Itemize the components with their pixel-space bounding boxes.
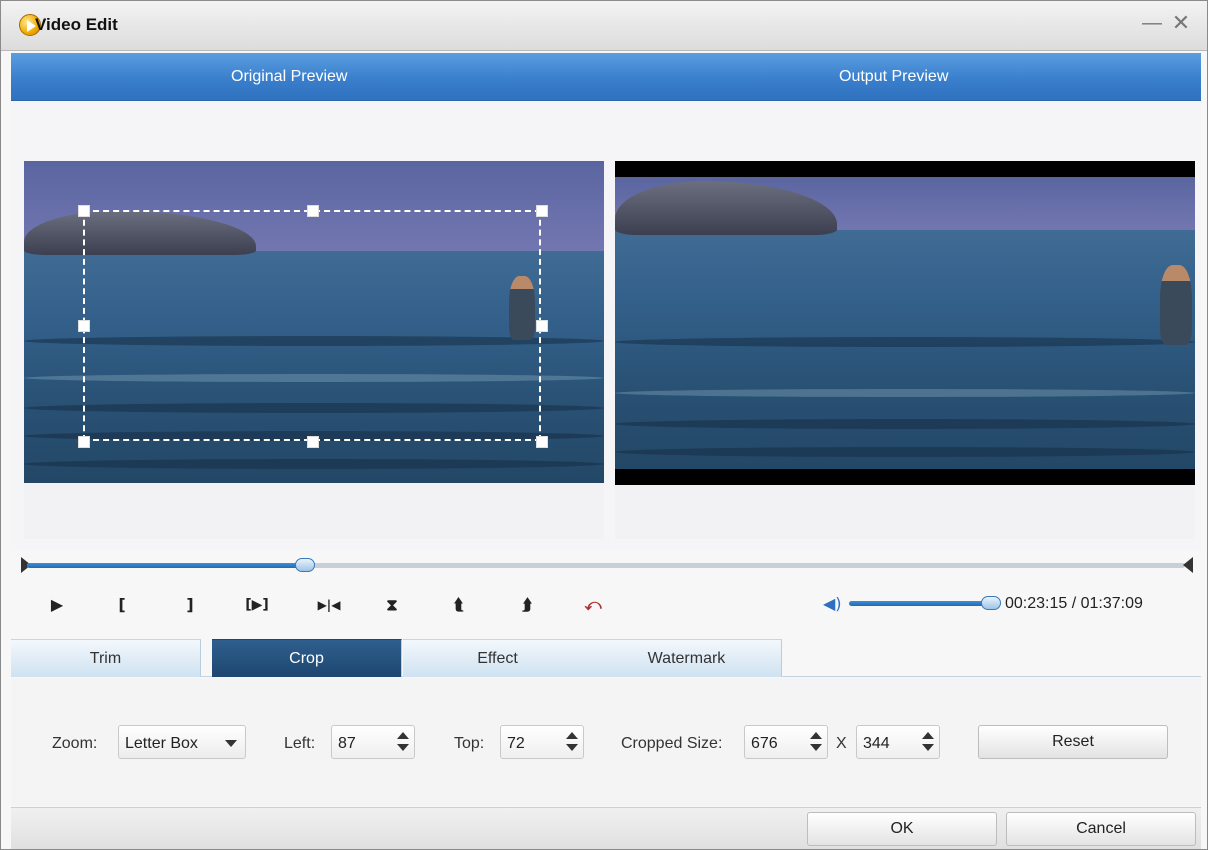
play-icon[interactable]: ▶ <box>43 593 71 617</box>
width-spinner[interactable]: 676 <box>744 725 828 759</box>
reset-button[interactable]: Reset <box>978 725 1168 759</box>
go-to-end-icon[interactable]: ▶|◀ <box>309 593 349 617</box>
trim-end-marker[interactable] <box>1183 557 1193 573</box>
width-value: 676 <box>751 735 778 752</box>
top-value: 72 <box>507 735 525 752</box>
child-figure <box>1160 265 1192 345</box>
title-bar: Video Edit — ✕ <box>1 1 1207 51</box>
original-preview-panel <box>24 161 604 539</box>
stepper-arrows-icon[interactable] <box>809 731 823 753</box>
stepper-arrows-icon[interactable] <box>565 731 579 753</box>
output-video-frame <box>615 161 1195 485</box>
output-preview-label: Output Preview <box>839 68 949 85</box>
tab-effect[interactable]: Effect <box>403 639 593 677</box>
cropped-size-label: Cropped Size: <box>621 735 723 752</box>
volume-thumb[interactable] <box>981 596 1001 610</box>
crop-handle-bottom[interactable] <box>307 436 319 448</box>
crop-handle-top-left[interactable] <box>78 205 90 217</box>
left-value: 87 <box>338 735 356 752</box>
crop-handle-left[interactable] <box>78 320 90 332</box>
preview-area <box>11 101 1201 551</box>
crop-handle-top[interactable] <box>307 205 319 217</box>
volume-slider[interactable] <box>849 601 995 606</box>
output-preview-panel <box>615 161 1195 539</box>
timeline-progress <box>27 563 305 568</box>
dialog-footer: OK Cancel <box>11 807 1201 849</box>
crop-handle-bottom-left[interactable] <box>78 436 90 448</box>
split-icon[interactable]: ⧗ <box>378 593 406 617</box>
tab-watermark[interactable]: Watermark <box>592 639 782 677</box>
undo-icon[interactable]: ⤺ <box>579 593 607 617</box>
minimize-button[interactable]: — <box>1140 11 1164 35</box>
time-display: 00:23:15 / 01:37:09 <box>1005 595 1143 612</box>
zoom-value: Letter Box <box>125 735 198 752</box>
top-label: Top: <box>454 735 485 752</box>
zoom-dropdown[interactable]: Letter Box <box>118 725 246 759</box>
video-edit-window: Video Edit — ✕ Original Preview Output P… <box>0 0 1208 850</box>
crop-handle-right[interactable] <box>536 320 548 332</box>
mark-out-icon[interactable]: ] <box>176 593 204 617</box>
close-button[interactable]: ✕ <box>1169 11 1193 35</box>
height-spinner[interactable]: 344 <box>856 725 940 759</box>
play-segment-icon[interactable]: [▶] <box>237 593 277 617</box>
crop-rectangle[interactable] <box>78 205 548 448</box>
mark-in-icon[interactable]: [ <box>108 593 136 617</box>
crop-handle-top-right[interactable] <box>536 205 548 217</box>
stepper-arrows-icon[interactable] <box>396 731 410 753</box>
rotate-right-icon[interactable]: ⮭ <box>513 593 541 617</box>
edit-tabs: Trim Crop Effect Watermark <box>11 639 1201 677</box>
volume-icon[interactable]: ◀) <box>823 593 845 615</box>
playback-controls: ▶ [ ] [▶] ▶|◀ ⧗ ⮬ ⮭ ⤺ ◀) 00:23:15 / 01:3… <box>11 585 1201 625</box>
timeline-slider[interactable] <box>21 557 1193 575</box>
ok-button[interactable]: OK <box>807 812 997 846</box>
size-separator: X <box>836 735 847 752</box>
chevron-down-icon <box>225 740 237 747</box>
tab-crop[interactable]: Crop <box>212 639 402 677</box>
original-preview-label: Original Preview <box>231 68 348 85</box>
left-spinner[interactable]: 87 <box>331 725 415 759</box>
window-title: Video Edit <box>35 15 118 34</box>
left-label: Left: <box>284 735 316 752</box>
rotate-left-icon[interactable]: ⮬ <box>445 593 473 617</box>
cancel-button[interactable]: Cancel <box>1006 812 1196 846</box>
crop-settings-panel: Zoom: Letter Box Left: 87 Top: 72 Croppe… <box>11 678 1201 806</box>
stepper-arrows-icon[interactable] <box>921 731 935 753</box>
height-value: 344 <box>863 735 890 752</box>
zoom-label: Zoom: <box>52 735 98 752</box>
original-video-frame <box>24 161 604 483</box>
top-spinner[interactable]: 72 <box>500 725 584 759</box>
crop-handle-bottom-right[interactable] <box>536 436 548 448</box>
timeline-thumb[interactable] <box>295 558 315 572</box>
tab-trim[interactable]: Trim <box>11 639 201 677</box>
preview-header: Original Preview Output Preview <box>11 53 1201 101</box>
